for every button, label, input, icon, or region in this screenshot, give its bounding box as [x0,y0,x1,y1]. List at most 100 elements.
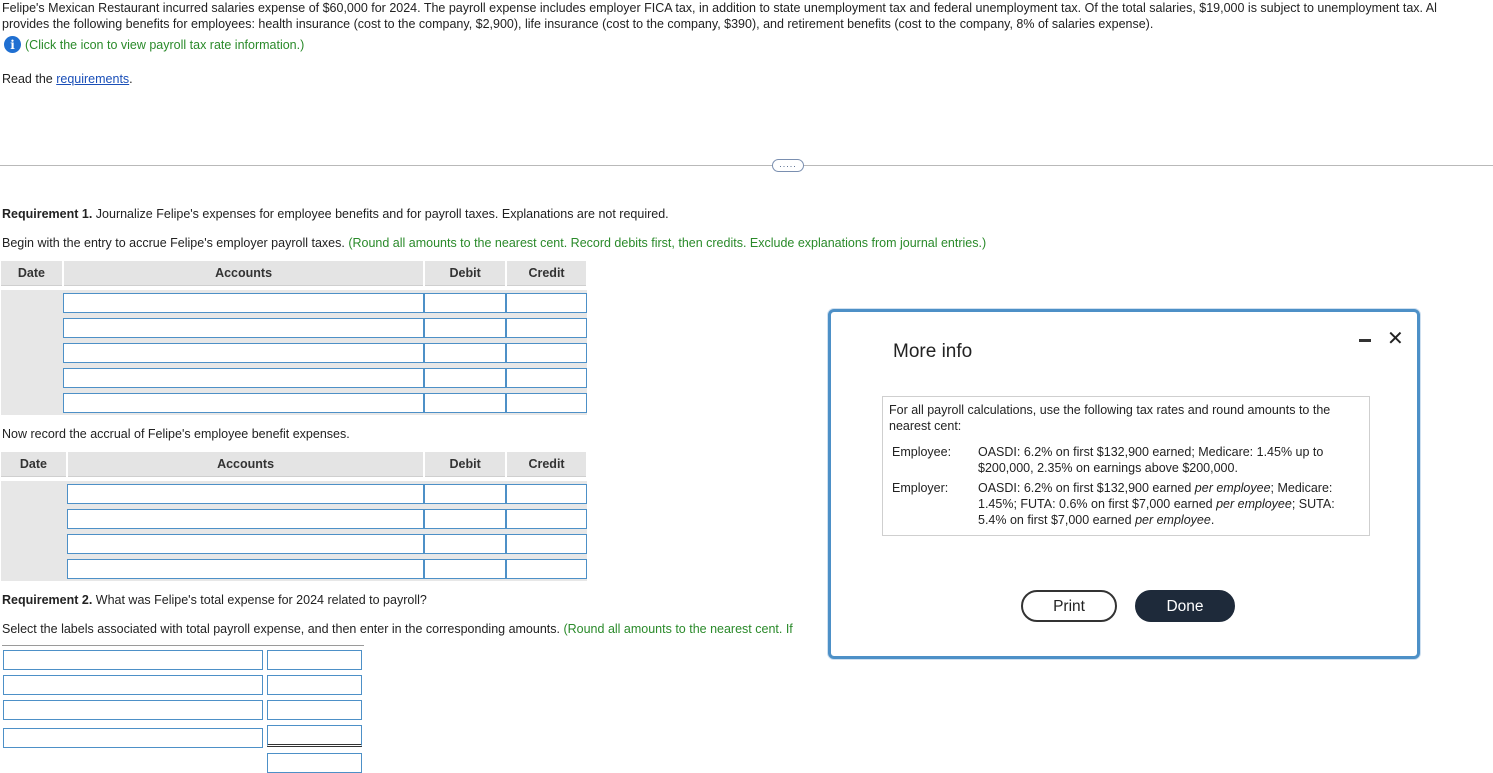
more-info-dialog: More info ✕ For all payroll calculations… [828,309,1420,659]
credit-input[interactable] [506,508,587,529]
credit-input[interactable] [506,392,587,413]
date-cell [1,340,63,365]
select-note: (Round all amounts to the nearest cent. … [563,622,793,636]
info-icon[interactable]: i [4,36,21,53]
debit-input[interactable] [424,483,507,504]
read-prefix: Read the [2,72,57,86]
begin-text: Begin with the entry to accrue Felipe's … [2,236,349,250]
employer-rate-row: Employer: OASDI: 6.2% on first $132,900 … [889,480,1363,528]
employee-label: Employee: [892,445,952,459]
account-input[interactable] [62,392,425,413]
account-input[interactable] [66,508,425,529]
payroll-total-input[interactable] [267,725,362,747]
debit-input[interactable] [424,392,507,413]
payroll-label-select[interactable] [3,700,263,720]
employee-rate-row: Employee: OASDI: 6.2% on first $132,900 … [889,444,1363,476]
account-input[interactable] [62,342,425,363]
credit-input[interactable] [506,342,587,363]
requirement-2-label: Requirement 2. [2,593,93,607]
account-input[interactable] [66,533,425,554]
header-debit: Debit [424,452,508,477]
journal-row [1,556,587,581]
date-cell [1,556,67,581]
header-date: Date [1,261,64,286]
debit-input[interactable] [424,558,507,579]
credit-input[interactable] [506,558,587,579]
date-cell [1,365,63,390]
print-button[interactable]: Print [1021,590,1117,622]
employee-rate-text: OASDI: 6.2% on first $132,900 earned; Me… [978,445,1324,475]
payroll-amount-input[interactable] [267,700,362,720]
employer-text-part: OASDI: 6.2% on first $132,900 earned [978,481,1195,495]
requirement-1-text: Journalize Felipe's expenses for employe… [92,207,669,221]
payroll-amount-input[interactable] [267,753,362,773]
problem-line-1: Felipe's Mexican Restaurant incurred sal… [2,1,1437,15]
debit-input[interactable] [424,342,507,363]
requirements-link[interactable]: requirements [56,72,129,86]
summary-top-rule [2,645,364,646]
payroll-amount-input[interactable] [267,675,362,695]
journal-row [1,481,587,506]
read-requirements-line: Read the requirements. [2,72,133,86]
credit-input[interactable] [506,483,587,504]
section-divider [0,165,1493,166]
journal-row [1,365,587,390]
payroll-label-select[interactable] [3,675,263,695]
header-date: Date [1,452,68,477]
minimize-icon[interactable] [1359,339,1371,342]
account-input[interactable] [62,317,425,338]
requirement-2-text: What was Felipe's total expense for 2024… [92,593,427,607]
payroll-amount-input[interactable] [267,650,362,670]
tax-rate-info-box: For all payroll calculations, use the fo… [882,396,1370,536]
journal-row [1,315,587,340]
debit-input[interactable] [424,533,507,554]
employer-text-part: . [1210,513,1215,527]
requirement-1-title: Requirement 1. Journalize Felipe's expen… [2,207,669,221]
journal-row [1,531,587,556]
close-icon[interactable]: ✕ [1387,326,1404,351]
header-debit: Debit [424,261,508,286]
requirement-1-label: Requirement 1. [2,207,93,221]
payroll-label-select[interactable] [3,728,263,748]
account-input[interactable] [62,292,425,313]
journal-row [1,506,587,531]
credit-input[interactable] [506,367,587,388]
tax-rate-info-text[interactable]: (Click the icon to view payroll tax rate… [25,38,304,52]
journal-row [1,290,587,315]
header-accounts: Accounts [62,261,426,286]
expand-ellipsis-button[interactable]: ..... [772,159,804,172]
begin-note: (Round all amounts to the nearest cent. … [348,236,987,250]
journal-table-benefits: Date Accounts Debit Credit [1,452,588,581]
employer-label: Employer: [892,481,949,495]
date-cell [1,481,67,506]
done-button[interactable]: Done [1135,590,1235,622]
account-input[interactable] [66,483,425,504]
journal-row [1,340,587,365]
journal-row [1,390,587,415]
employer-emphasis: per employee [1216,497,1292,511]
read-suffix: . [129,72,133,86]
debit-input[interactable] [424,292,507,313]
payroll-label-select[interactable] [3,650,263,670]
credit-input[interactable] [506,292,587,313]
employer-emphasis: per employee [1135,513,1211,527]
date-cell [1,506,67,531]
credit-input[interactable] [506,317,587,338]
tax-rate-info-link[interactable]: i (Click the icon to view payroll tax ra… [4,36,304,53]
problem-statement: Felipe's Mexican Restaurant incurred sal… [2,0,1493,32]
date-cell [1,315,63,340]
credit-input[interactable] [506,533,587,554]
problem-line-2: provides the following benefits for empl… [2,17,1154,31]
now-record-text: Now record the accrual of Felipe's emplo… [2,427,350,441]
employer-rate-text: OASDI: 6.2% on first $132,900 earned per… [978,480,1363,528]
tax-rate-intro: For all payroll calculations, use the fo… [889,403,1331,433]
journal-table-payroll-taxes: Date Accounts Debit Credit [1,261,588,415]
account-input[interactable] [66,558,425,579]
debit-input[interactable] [424,367,507,388]
header-accounts: Accounts [66,452,426,477]
debit-input[interactable] [424,508,507,529]
account-input[interactable] [62,367,425,388]
journal-header-row: Date Accounts Debit Credit [1,261,588,286]
debit-input[interactable] [424,317,507,338]
date-cell [1,290,63,315]
